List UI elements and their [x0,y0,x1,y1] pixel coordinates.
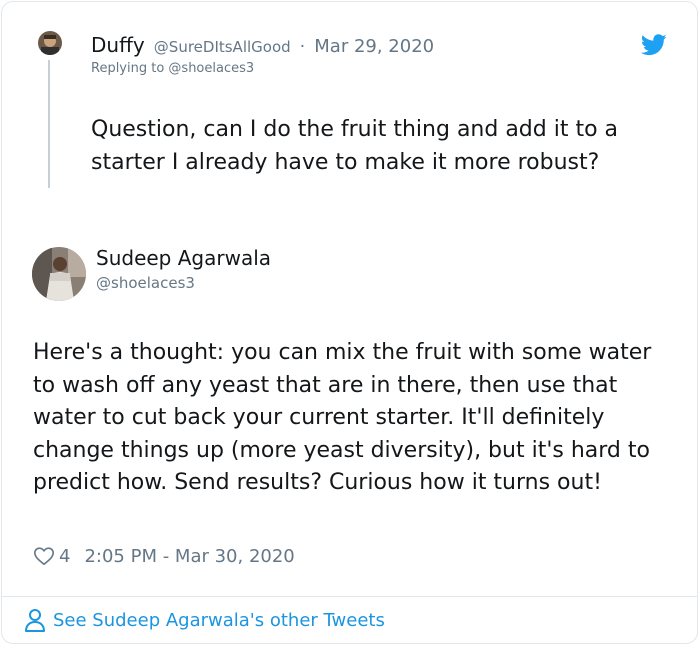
reply-date[interactable]: Mar 29, 2020 [314,36,434,57]
author-name[interactable]: Sudeep Agarwala [96,246,271,270]
reply-author-name[interactable]: Duffy [91,33,145,57]
sudeep-avatar[interactable] [32,247,86,301]
see-other-tweets-link[interactable]: See Sudeep Agarwala's other Tweets [24,608,385,632]
replying-to-label: Replying to @shoelaces3 [91,61,255,76]
tweet-text: Here's a thought: you can mix the fruit … [33,340,652,495]
author-handle[interactable]: @shoelaces3 [96,274,195,292]
tweet-meta: 4 2:05 PM - Mar 30, 2020 [33,545,295,567]
heart-icon[interactable] [33,545,55,567]
reply-header: Duffy @SureDItsAllGood · Mar 29, 2020 [91,33,434,57]
duffy-avatar[interactable] [38,31,62,55]
twitter-bird-icon[interactable] [641,34,667,56]
footer-divider [1,596,698,597]
reply-separator: · [299,37,306,57]
like-count[interactable]: 4 [59,546,70,567]
reply-author-handle[interactable]: @SureDItsAllGood [154,38,291,56]
person-icon [25,609,45,632]
thread-connector-line [48,60,50,188]
see-other-tweets-label: See Sudeep Agarwala's other Tweets [53,609,385,631]
tweet-timestamp[interactable]: 2:05 PM - Mar 30, 2020 [84,546,294,567]
reply-text: Question, can I do the fruit thing and a… [91,117,619,175]
